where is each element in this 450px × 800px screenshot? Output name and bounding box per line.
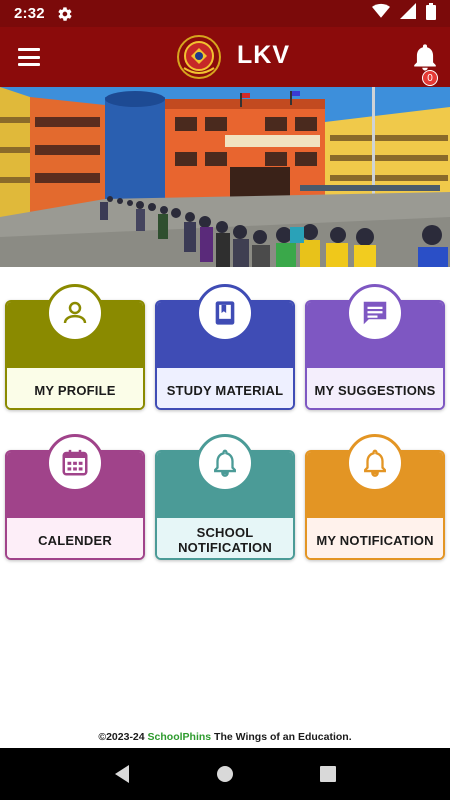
battery-icon bbox=[426, 2, 436, 25]
school-building-photo bbox=[0, 87, 450, 267]
recents-icon[interactable] bbox=[313, 759, 343, 789]
status-time: 2:32 bbox=[14, 5, 45, 22]
school-logo bbox=[176, 34, 222, 80]
footer-prefix: ©2023-24 bbox=[98, 731, 148, 743]
tile-label-line1: SCHOOL bbox=[196, 525, 254, 540]
gear-icon bbox=[57, 6, 73, 22]
back-icon[interactable] bbox=[107, 759, 137, 789]
calendar-icon bbox=[46, 434, 104, 492]
tile-label: MY PROFILE bbox=[7, 368, 143, 408]
status-icons bbox=[372, 2, 436, 25]
home-icon[interactable] bbox=[210, 759, 240, 789]
chat-icon bbox=[346, 284, 404, 342]
bell-icon bbox=[346, 434, 404, 492]
signal-icon bbox=[400, 3, 416, 24]
bell-icon bbox=[196, 434, 254, 492]
status-bar: 2:32 bbox=[0, 0, 450, 27]
app-screen: 2:32 LKV 0 MY PROFILE STUDY MATERIAL MY … bbox=[0, 0, 450, 800]
tile-label: MY SUGGESTIONS bbox=[307, 368, 443, 408]
tile-label: MY NOTIFICATION bbox=[307, 518, 443, 558]
tile-label: STUDY MATERIAL bbox=[157, 368, 293, 408]
book-icon bbox=[196, 284, 254, 342]
tile-label: CALENDER bbox=[7, 518, 143, 558]
footer-suffix: The Wings of an Education. bbox=[211, 731, 352, 743]
tile-label-line2: NOTIFICATION bbox=[178, 540, 272, 555]
wifi-icon bbox=[372, 3, 390, 24]
hamburger-menu-icon[interactable] bbox=[18, 45, 42, 69]
app-title: LKV bbox=[237, 41, 290, 69]
notification-bell-icon[interactable] bbox=[412, 43, 438, 71]
footer-brand: SchoolPhins bbox=[147, 731, 212, 743]
tile-label: SCHOOL NOTIFICATION bbox=[157, 518, 293, 558]
notification-count-badge: 0 bbox=[422, 70, 438, 86]
system-nav-bar bbox=[0, 748, 450, 800]
copyright-footer: ©2023-24 SchoolPhins The Wings of an Edu… bbox=[0, 731, 450, 743]
app-bar: LKV 0 bbox=[0, 27, 450, 87]
person-icon bbox=[46, 284, 104, 342]
